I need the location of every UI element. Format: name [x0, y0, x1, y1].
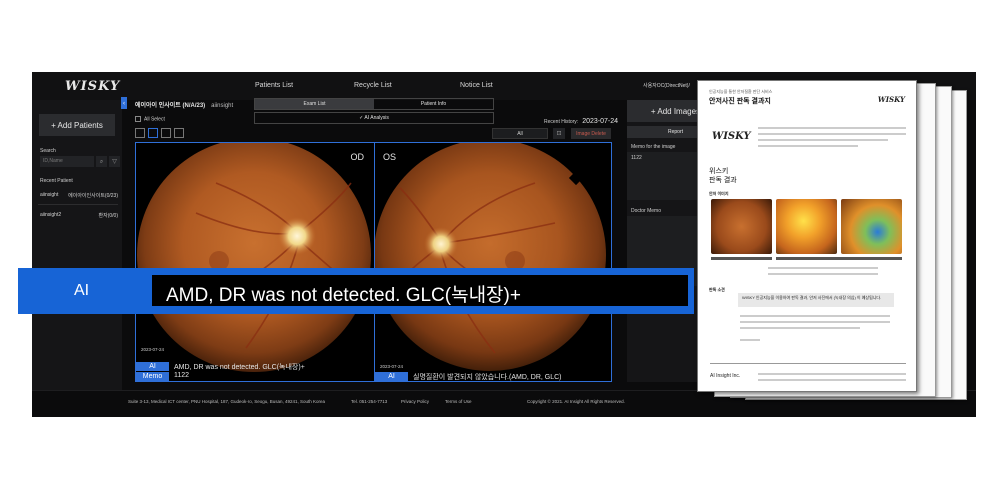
fundus-panel-os[interactable]: OS 2023-07-24 AI 실명질환이 발견되지 않았습니다.(AMD, …: [374, 143, 611, 381]
caption-bar: [776, 257, 902, 260]
report-result-heading: 판독 소견: [709, 287, 725, 292]
download-icon[interactable]: ⊡: [553, 128, 565, 139]
add-patients-button[interactable]: + Add Patients: [39, 114, 115, 136]
tab-patient-info[interactable]: Patient Info: [374, 99, 493, 109]
recent-history-label: Recent History:: [544, 119, 579, 125]
fundus-image-os: [375, 143, 606, 371]
tab-exam-list[interactable]: Exam List: [255, 99, 374, 109]
single-view-icon[interactable]: [135, 128, 145, 138]
patient-name: 에이아이 인사이트 (N/A/23): [135, 103, 206, 109]
filter-dropdown[interactable]: All: [492, 128, 548, 139]
text-placeholder: [740, 327, 860, 329]
organization-label[interactable]: 사용자OC(DirectNet)/: [643, 82, 690, 89]
footer-copyright: Copyright © 2021. AI Insight All Rights …: [527, 399, 625, 404]
all-select-checkbox[interactable]: All Select: [135, 116, 165, 122]
ai-result-row: AI 실명질환이 발견되지 않았습니다.(AMD, DR, GLC): [375, 372, 611, 381]
image-delete-button[interactable]: Image Delete: [571, 128, 611, 139]
nav-patients-list[interactable]: Patients List: [255, 82, 293, 89]
footer-address: Suite 3-13, Medical ICT center, PNU Hosp…: [128, 399, 326, 404]
recent-patient-item[interactable]: aiinsight2 환자(0/0): [40, 212, 118, 222]
banner-ai-label: AI: [74, 282, 90, 299]
collapse-sidebar-button[interactable]: ‹: [121, 97, 127, 109]
text-placeholder: [758, 127, 906, 129]
recent-patient-label: Recent Patient: [40, 178, 73, 184]
recent-patient-item[interactable]: aiinsight 에이아이인사이트(0/23): [40, 192, 118, 202]
nav-notice-list[interactable]: Notice List: [460, 82, 493, 89]
ai-result-text: AMD, DR was not detected. GLC(녹내장)+: [174, 364, 305, 371]
eye-label-od: OD: [350, 152, 365, 162]
search-icon[interactable]: ⌕: [96, 156, 107, 167]
memo-text: 1122: [174, 372, 190, 379]
report-logo-large: WISKY: [712, 131, 751, 142]
report-title: 안저사진 판독 결과지: [709, 98, 771, 105]
text-placeholder: [758, 373, 906, 375]
search-label: Search: [40, 148, 56, 154]
report-fundus-thumbnail: [711, 199, 772, 254]
privacy-policy-link[interactable]: Privacy Policy: [401, 399, 429, 404]
recent-patient-name: aiinsight: [40, 192, 59, 198]
wisky-logo: WISKY: [65, 79, 121, 94]
text-placeholder: [768, 273, 878, 275]
report-company: AI Insight Inc.: [710, 373, 741, 379]
memo-tag: Memo: [136, 372, 169, 381]
patient-id: aiinsight: [211, 103, 234, 109]
patient-title: 에이아이 인사이트 (N/A/23) aiinsight: [135, 100, 233, 109]
text-placeholder: [740, 315, 890, 317]
banner-text-box: AMD, DR was not detected. GLC(녹내장)+: [152, 275, 688, 306]
report-subtitle: 인공지능을 통한 안저질환 판단 서비스: [709, 89, 773, 94]
text-placeholder: [768, 267, 878, 269]
ai-result-banner: AI AMD, DR was not detected. GLC(녹내장)+: [18, 268, 694, 314]
double-view-icon[interactable]: [148, 128, 158, 138]
divider: [710, 363, 906, 364]
filter-icon[interactable]: ▽: [109, 156, 120, 167]
report-section-subtitle: 판독 결과: [709, 177, 737, 184]
screenshot-stage: WISKY Patients List Recycle List Notice …: [0, 0, 1000, 500]
report-attention-thumbnail: [841, 199, 902, 254]
image-date: 2023-07-24: [141, 347, 165, 352]
memo-row: Memo 1122: [136, 372, 373, 381]
recent-patient-info: 환자(0/0): [98, 213, 118, 219]
checkbox-icon: [135, 116, 141, 122]
image-viewer: OD 2023-07-24 AI AMD, DR was not detecte…: [135, 142, 612, 382]
report-heatmap-thumbnail: [776, 199, 837, 254]
caption-bar: [711, 257, 772, 260]
fundus-image-od: [137, 143, 371, 372]
quad-view-icon[interactable]: [161, 128, 171, 138]
footer-tel: Tel. 051-254-7713: [351, 399, 388, 404]
doctor-memo-label: Doctor Memo: [631, 208, 662, 214]
image-date: 2023-07-24: [380, 364, 404, 369]
memo-for-image-label: Memo for the image: [631, 144, 676, 150]
divider: [38, 204, 118, 205]
recent-patient-name: aiinsight2: [40, 212, 62, 218]
text-placeholder: [758, 139, 888, 141]
report-result-box: WISKY 인공지능을 이용하여 판독 결과, 안저 사진에서 (녹내장 의심)…: [738, 293, 894, 307]
recent-history-date: 2023-07-24: [582, 118, 618, 125]
ai-result-text: 실명질환이 발견되지 않았습니다.(AMD, DR, GLC): [413, 374, 562, 381]
ai-tag: AI: [375, 372, 408, 381]
ai-tag: AI: [136, 362, 169, 371]
report-logo-small: WISKY: [877, 95, 905, 104]
tab-group: Exam List Patient Info: [254, 98, 494, 110]
fundus-panel-od[interactable]: OD 2023-07-24 AI AMD, DR was not detecte…: [136, 143, 373, 381]
banner-ai-text: AMD, DR was not detected. GLC(녹내장)+: [166, 285, 521, 306]
text-placeholder: [758, 133, 906, 135]
text-placeholder: [758, 145, 858, 147]
recent-history: Recent History: 2023-07-24: [544, 118, 618, 125]
nav-recycle-list[interactable]: Recycle List: [354, 82, 392, 89]
recent-patient-info: 에이아이인사이트(0/23): [68, 193, 118, 199]
text-placeholder: [758, 379, 906, 381]
search-input[interactable]: ID,Name: [40, 156, 94, 167]
left-sidebar: + Add Patients Search ID,Name ⌕ ▽ Recent…: [32, 100, 122, 390]
ai-analysis-toggle[interactable]: ✓ AI Analysis: [254, 112, 494, 124]
terms-of-use-link[interactable]: Terms of Use: [445, 399, 472, 404]
report-page: 인공지능을 통한 안저질환 판단 서비스 안저사진 판독 결과지 WISKY W…: [697, 80, 917, 392]
all-select-label: All Select: [144, 116, 165, 123]
ai-result-row: AI AMD, DR was not detected. GLC(녹내장)+: [136, 362, 373, 371]
eye-label-os: OS: [383, 152, 397, 162]
grid-view-icon[interactable]: [174, 128, 184, 138]
text-placeholder: [740, 321, 890, 323]
report-images-heading: 안저 이미지: [709, 191, 729, 196]
text-placeholder: [740, 339, 760, 341]
